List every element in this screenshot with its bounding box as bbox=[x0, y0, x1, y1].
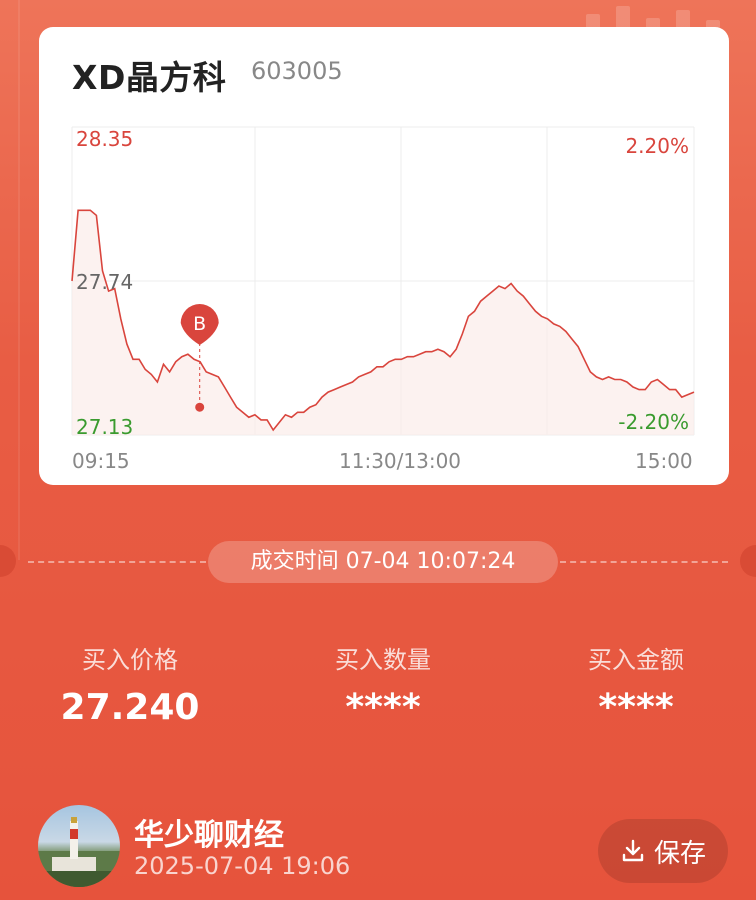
trade-time-badge: 成交时间 07-04 10:07:24 bbox=[208, 541, 558, 583]
bg-edge-line bbox=[18, 0, 20, 560]
stat-value: **** bbox=[598, 687, 674, 728]
download-icon bbox=[622, 839, 644, 862]
stat-value: **** bbox=[345, 687, 421, 728]
y-label-pct-high: 2.20% bbox=[625, 134, 689, 158]
avatar[interactable] bbox=[38, 805, 120, 887]
stat-buy-quantity: 买入数量 **** bbox=[268, 640, 498, 728]
x-label-open: 09:15 bbox=[72, 449, 130, 473]
left-notch bbox=[0, 545, 16, 577]
y-label-low: 27.13 bbox=[76, 415, 133, 439]
stat-label: 买入数量 bbox=[335, 646, 431, 674]
stat-value: 27.240 bbox=[60, 687, 200, 728]
stat-label: 买入金额 bbox=[588, 646, 684, 674]
author-name: 华少聊财经 bbox=[134, 818, 284, 853]
stat-buy-amount: 买入金额 **** bbox=[521, 640, 751, 728]
save-label: 保存 bbox=[653, 838, 706, 869]
x-label-close: 15:00 bbox=[635, 449, 693, 473]
save-button[interactable]: 保存 bbox=[598, 819, 728, 883]
post-date: 2025-07-04 19:06 bbox=[134, 852, 351, 880]
x-label-midday: 11:30/13:00 bbox=[339, 449, 462, 473]
price-area bbox=[72, 210, 694, 435]
y-label-mid: 27.74 bbox=[76, 270, 133, 294]
right-notch bbox=[740, 545, 756, 577]
stat-label: 买入价格 bbox=[82, 646, 178, 674]
buy-marker-label: B bbox=[193, 313, 206, 335]
stock-chart-card: XD晶方科 603005 28.35 27.74 27.13 2.20% -2.… bbox=[39, 27, 729, 485]
intraday-chart: 28.35 27.74 27.13 2.20% -2.20% B bbox=[71, 126, 695, 439]
stat-buy-price: 买入价格 27.240 bbox=[15, 640, 245, 728]
y-label-high: 28.35 bbox=[76, 127, 133, 151]
buy-marker-point bbox=[195, 402, 205, 412]
y-label-pct-low: -2.20% bbox=[618, 410, 689, 434]
